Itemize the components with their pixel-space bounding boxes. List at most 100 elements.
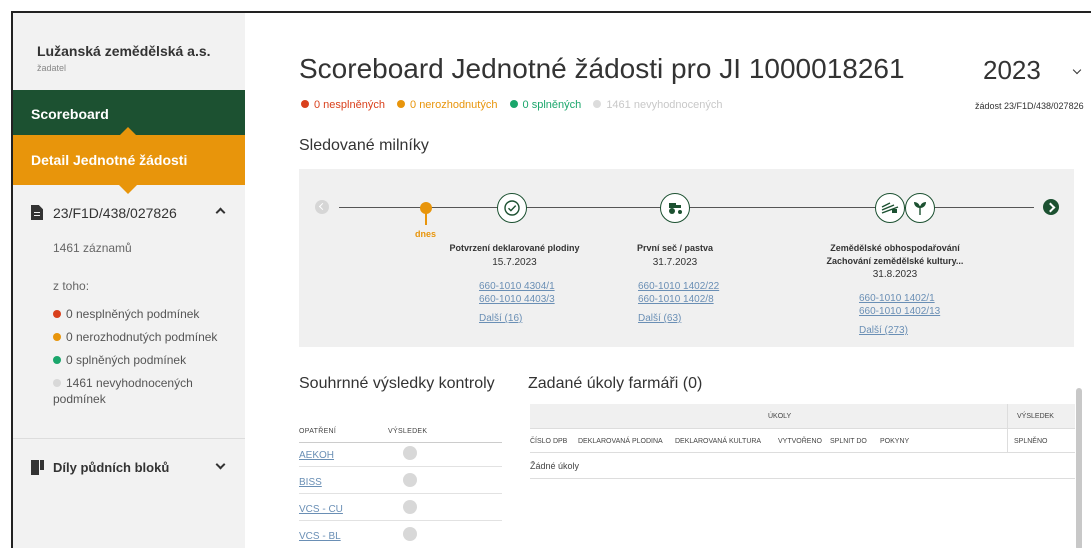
status-dot-icon	[53, 310, 61, 318]
stat-unevaluated: 1461 nevyhodnocených podmínek	[53, 375, 233, 407]
chevron-down-icon[interactable]	[215, 459, 226, 470]
tasks-group-header: ÚKOLY VÝSLEDEK	[530, 404, 1075, 429]
measure-link[interactable]: AEKOH	[299, 450, 334, 461]
stat-label: 1461 nevyhodnocených podmínek	[53, 376, 193, 406]
stat-fulfilled: 0 splněných podmínek	[53, 352, 233, 368]
row-divider	[530, 478, 1075, 479]
status-unevaluated: 1461 nevyhodnocených	[593, 99, 723, 111]
measure-link[interactable]: VCS - BL	[299, 531, 341, 542]
status-dot-icon	[53, 356, 61, 364]
milestone-more-link[interactable]: Další (16)	[479, 313, 522, 324]
stat-undecided: 0 nerozhodnutých podmínek	[53, 329, 233, 345]
status-label: 0 nesplněných	[314, 99, 385, 111]
chevron-down-icon[interactable]	[1072, 65, 1082, 75]
stat-label: 0 splněných podmínek	[66, 353, 187, 367]
milestone-link[interactable]: 660-1010 1402/22	[638, 281, 719, 292]
milestone-timeline: dnes Potvrzení deklarované plodiny 15.7.…	[299, 169, 1074, 347]
plant-icon[interactable]	[905, 193, 935, 223]
summary-heading: Souhrnné výsledky kontroly	[299, 375, 495, 392]
column-dpb[interactable]: ČÍSLO DPB	[530, 438, 567, 445]
request-toggle[interactable]: 23/F1D/438/027826	[31, 205, 231, 225]
user-role: žadatel	[37, 63, 67, 73]
row-divider	[299, 493, 502, 494]
scrollbar[interactable]	[1076, 388, 1082, 548]
records-count: 1461 záznamů	[53, 241, 132, 255]
column-crop[interactable]: DEKLAROVANÁ PLODINA	[578, 438, 663, 445]
sidebar-divider	[13, 438, 245, 439]
milestone-more-link[interactable]: Další (63)	[638, 313, 681, 324]
nav-detail-label: Detail Jednotné žádosti	[31, 152, 188, 168]
next-arrow-icon[interactable]	[1043, 199, 1059, 215]
page-title: Scoreboard Jednotné žádosti pro JI 10000…	[299, 53, 905, 84]
stat-unfulfilled: 0 nesplněných podmínek	[53, 306, 233, 322]
tasks-table: ÚKOLY VÝSLEDEK ČÍSLO DPB DEKLAROVANÁ PLO…	[530, 404, 1075, 548]
column-fulfilled[interactable]: SPLNĚNO	[1014, 438, 1047, 445]
milestone-link[interactable]: 660-1010 1402/8	[638, 294, 714, 305]
column-divider	[1007, 404, 1008, 453]
milestone-date: 31.7.2023	[652, 257, 698, 268]
of-which-label: z toho:	[53, 279, 90, 293]
tasks-heading: Zadané úkoly farmáři (0)	[528, 375, 703, 392]
status-dot-icon	[509, 100, 518, 108]
row-divider	[299, 466, 502, 467]
prev-arrow-icon[interactable]	[315, 200, 329, 214]
column-created[interactable]: VYTVOŘENO	[778, 438, 822, 445]
company-name: Lužanská zemědělská a.s.	[37, 43, 211, 59]
status-fulfilled: 0 splněných	[509, 99, 582, 111]
column-instructions[interactable]: POKYNY	[880, 438, 909, 445]
status-dot-icon	[397, 100, 406, 108]
status-label: 1461 nevyhodnocených	[606, 99, 723, 111]
field-icon[interactable]	[875, 193, 905, 223]
column-measure: OPATŘENÍ	[299, 428, 337, 435]
land-blocks-toggle[interactable]: Díly půdních bloků	[31, 459, 231, 480]
today-label: dnes	[415, 229, 437, 239]
sidebar: Lužanská zemědělská a.s. žadatel Scorebo…	[13, 13, 245, 548]
milestone-more-link[interactable]: Další (273)	[859, 325, 908, 336]
nav-scoreboard[interactable]: Scoreboard	[13, 90, 245, 136]
column-result: VÝSLEDEK	[388, 428, 428, 435]
status-dot-icon	[53, 333, 61, 341]
status-dot-icon	[593, 100, 602, 108]
column-due[interactable]: SPLNIT DO	[830, 438, 867, 445]
milestones-heading: Sledované milníky	[299, 137, 429, 154]
measure-link[interactable]: BISS	[299, 477, 322, 488]
book-icon	[31, 460, 44, 475]
empty-state: Žádné úkoly	[530, 461, 580, 471]
check-circle-icon[interactable]	[497, 193, 527, 223]
milestone-link[interactable]: 660-1010 1402/13	[859, 306, 940, 317]
milestone-date: 15.7.2023	[492, 257, 537, 268]
status-label: 0 nerozhodnutých	[410, 99, 498, 111]
app-frame: Lužanská zemědělská a.s. žadatel Scorebo…	[11, 11, 1091, 548]
nav-detail[interactable]: Detail Jednotné žádosti	[13, 135, 245, 194]
milestone-subtitle: Zachování zemědělské kultury...	[826, 256, 964, 266]
stat-label: 0 nesplněných podmínek	[66, 307, 200, 321]
milestone-title: První seč / pastva	[636, 243, 714, 253]
milestone-link[interactable]: 660-1010 4304/1	[479, 281, 555, 292]
stat-label: 0 nerozhodnutých podmínek	[66, 330, 218, 344]
document-icon	[31, 205, 43, 220]
status-dot-icon	[301, 100, 309, 108]
measure-link[interactable]: VCS - CU	[299, 504, 343, 515]
nav-notch	[119, 185, 137, 194]
result-indicator	[403, 446, 417, 460]
summary-header-line	[299, 442, 502, 443]
row-divider	[299, 520, 502, 521]
group-tasks: ÚKOLY	[768, 413, 792, 420]
today-stem	[425, 213, 427, 225]
request-id: žádost 23/F1D/438/027826	[975, 101, 1084, 111]
status-label: 0 splněných	[522, 99, 582, 111]
year-select[interactable]: 2023	[983, 55, 1041, 86]
result-indicator	[403, 473, 417, 487]
milestone-link[interactable]: 660-1010 4403/3	[479, 294, 555, 305]
status-summary: 0 nesplněných 0 nerozhodnutých 0 splněný…	[301, 99, 732, 111]
milestone-title: Zemědělské obhospodařování	[830, 243, 960, 253]
column-culture[interactable]: DEKLAROVANÁ KULTURA	[675, 438, 761, 445]
result-indicator	[403, 527, 417, 541]
tractor-icon[interactable]	[660, 193, 690, 223]
status-dot-icon	[53, 379, 61, 387]
milestone-title: Potvrzení deklarované plodiny	[449, 243, 580, 253]
land-blocks-label: Díly půdních bloků	[53, 460, 170, 475]
milestone-link[interactable]: 660-1010 1402/1	[859, 293, 935, 304]
chevron-up-icon[interactable]	[215, 207, 226, 218]
tasks-column-header: ČÍSLO DPB DEKLAROVANÁ PLODINA DEKLAROVAN…	[530, 429, 1075, 453]
